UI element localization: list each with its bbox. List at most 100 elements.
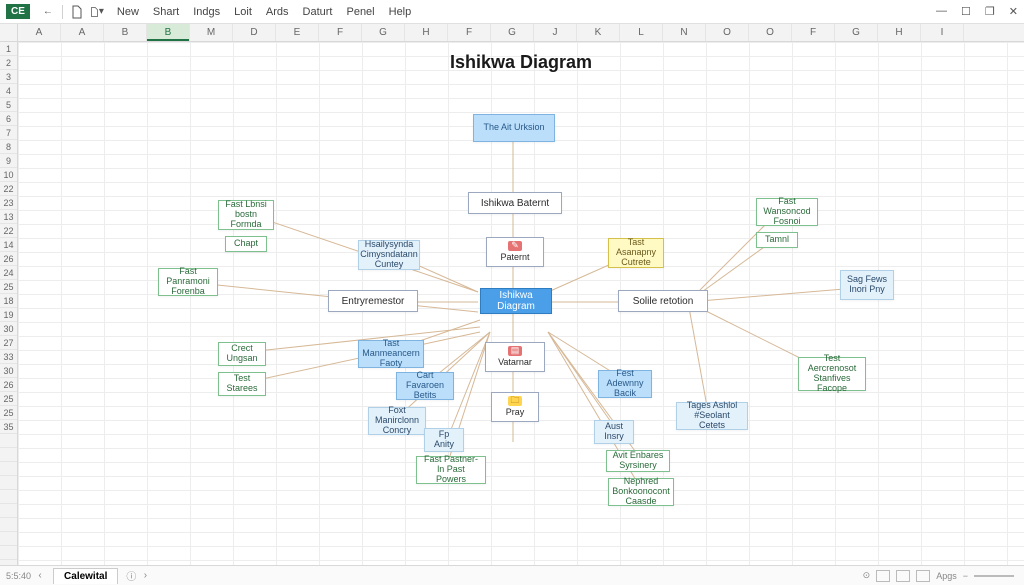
column-header[interactable]: H xyxy=(405,24,448,41)
menu-ards[interactable]: Ards xyxy=(266,6,289,18)
row-header[interactable]: 33 xyxy=(0,350,17,364)
column-header[interactable]: O xyxy=(749,24,792,41)
row-header[interactable]: 25 xyxy=(0,280,17,294)
row-header[interactable]: 3 xyxy=(0,70,17,84)
node-b2[interactable]: Foxt Manirclonn Concry xyxy=(368,407,426,435)
column-header[interactable]: J xyxy=(534,24,577,41)
node-top3[interactable]: ✎ Paternt xyxy=(486,237,544,267)
node-b1[interactable]: Hsailysynda Cimysndatann Cuntey xyxy=(358,240,420,270)
row-header[interactable]: 23 xyxy=(0,196,17,210)
row-header[interactable]: 30 xyxy=(0,322,17,336)
worksheet-canvas[interactable]: Ishikwa Diagram xyxy=(18,42,1024,565)
row-header[interactable]: 26 xyxy=(0,252,17,266)
row-header[interactable]: 10 xyxy=(0,168,17,182)
row-header[interactable]: 4 xyxy=(0,84,17,98)
row-header[interactable]: 1 xyxy=(0,42,17,56)
column-header[interactable]: A xyxy=(18,24,61,41)
node-b7[interactable]: Sag Fews Inori Pny xyxy=(840,270,894,300)
select-all-corner[interactable] xyxy=(0,24,18,41)
node-top4[interactable]: ▤ Vatarnar xyxy=(485,342,545,372)
view-break-icon[interactable] xyxy=(916,570,930,582)
node-top2[interactable]: Ishikwa Baternt xyxy=(468,192,562,214)
row-header[interactable]: 35 xyxy=(0,420,17,434)
row-header[interactable]: 27 xyxy=(0,336,17,350)
menu-loit[interactable]: Loit xyxy=(234,6,252,18)
node-pray[interactable]: 🗀 Pray xyxy=(491,392,539,422)
row-header[interactable]: 8 xyxy=(0,140,17,154)
node-b3[interactable]: Fp Anity xyxy=(424,428,464,452)
row-header[interactable]: 7 xyxy=(0,126,17,140)
column-header[interactable]: I xyxy=(921,24,964,41)
menu-daturt[interactable]: Daturt xyxy=(303,6,333,18)
restore-icon[interactable]: ❐ xyxy=(985,5,995,18)
column-header[interactable]: D xyxy=(233,24,276,41)
document-dropdown-icon[interactable]: ▾ xyxy=(90,5,104,19)
document-icon[interactable] xyxy=(70,5,84,19)
row-header[interactable]: 25 xyxy=(0,406,17,420)
node-g3[interactable]: Fast Panramoni Forenba xyxy=(158,268,218,296)
column-header[interactable]: G xyxy=(835,24,878,41)
node-g9[interactable]: Fast Wansoncod Fosnoi xyxy=(756,198,818,226)
node-top1[interactable]: The Ait Urksion xyxy=(473,114,555,142)
node-b5[interactable]: Tages Ashlol #Seolant Cetets xyxy=(676,402,748,430)
node-g2[interactable]: Chapt xyxy=(225,236,267,252)
view-page-icon[interactable] xyxy=(896,570,910,582)
row-header[interactable]: 2 xyxy=(0,56,17,70)
column-header[interactable]: H xyxy=(878,24,921,41)
column-header[interactable]: N xyxy=(663,24,706,41)
row-header[interactable] xyxy=(0,518,17,532)
row-header[interactable]: 25 xyxy=(0,392,17,406)
row-header[interactable] xyxy=(0,504,17,518)
column-header[interactable]: B xyxy=(104,24,147,41)
menu-shart[interactable]: Shart xyxy=(153,6,179,18)
column-header[interactable]: B xyxy=(147,24,190,41)
row-header[interactable]: 24 xyxy=(0,266,17,280)
column-header[interactable]: O xyxy=(706,24,749,41)
minimize-icon[interactable]: — xyxy=(936,5,947,18)
node-lb3[interactable]: Fest Adewnny Bacik xyxy=(598,370,652,398)
column-header[interactable]: A xyxy=(61,24,104,41)
row-header[interactable] xyxy=(0,434,17,448)
row-header[interactable]: 5 xyxy=(0,98,17,112)
row-header[interactable] xyxy=(0,532,17,546)
row-header[interactable]: 13 xyxy=(0,210,17,224)
node-g4[interactable]: Crect Ungsan xyxy=(218,342,266,366)
menu-help[interactable]: Help xyxy=(389,6,412,18)
row-header[interactable] xyxy=(0,476,17,490)
column-header[interactable]: F xyxy=(448,24,491,41)
arrow-left-icon[interactable]: ← xyxy=(41,5,55,19)
row-header[interactable] xyxy=(0,448,17,462)
node-yellow1[interactable]: Tast Asanapny Cutrete xyxy=(608,238,664,268)
row-header[interactable] xyxy=(0,546,17,560)
column-header[interactable]: G xyxy=(491,24,534,41)
column-header[interactable]: L xyxy=(620,24,663,41)
sheet-tab[interactable]: Calewital xyxy=(53,568,118,584)
row-header[interactable] xyxy=(0,490,17,504)
node-g7[interactable]: Avit Enbares Syrsinery xyxy=(606,450,670,472)
node-b4[interactable]: Aust Insry xyxy=(594,420,634,444)
row-header[interactable] xyxy=(0,462,17,476)
column-header[interactable]: F xyxy=(319,24,362,41)
column-header[interactable]: E xyxy=(276,24,319,41)
menu-new[interactable]: New xyxy=(117,6,139,18)
view-normal-icon[interactable] xyxy=(876,570,890,582)
node-left-mid[interactable]: Entryremestor xyxy=(328,290,418,312)
node-lb1[interactable]: Tast Manmeancern Faoty xyxy=(358,340,424,368)
row-header[interactable]: 22 xyxy=(0,224,17,238)
column-header[interactable]: M xyxy=(190,24,233,41)
column-header[interactable]: F xyxy=(792,24,835,41)
column-header[interactable]: G xyxy=(362,24,405,41)
node-g10[interactable]: Tamnl xyxy=(756,232,798,248)
node-right-mid[interactable]: Solile retotion xyxy=(618,290,708,312)
zoom-slider[interactable] xyxy=(974,575,1014,577)
row-header[interactable]: 30 xyxy=(0,364,17,378)
menu-indgs[interactable]: Indgs xyxy=(193,6,220,18)
row-header[interactable]: 14 xyxy=(0,238,17,252)
row-header[interactable]: 6 xyxy=(0,112,17,126)
row-header[interactable]: 19 xyxy=(0,308,17,322)
row-header[interactable]: 9 xyxy=(0,154,17,168)
sheet-next-icon[interactable]: › xyxy=(136,570,154,581)
column-header[interactable]: K xyxy=(577,24,620,41)
node-lb2[interactable]: Cart Favaroen Betits xyxy=(396,372,454,400)
node-g5[interactable]: Test Starees xyxy=(218,372,266,396)
